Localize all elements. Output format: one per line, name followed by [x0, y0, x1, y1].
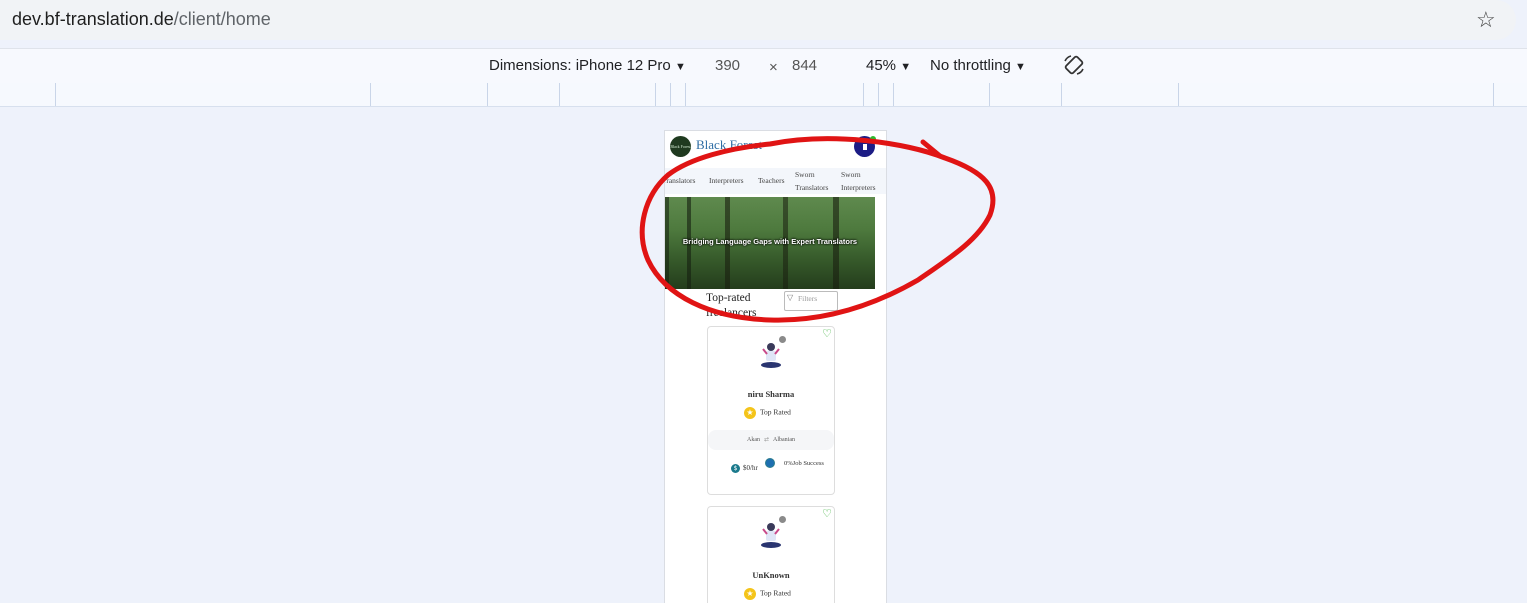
filters-input[interactable]: ▽ Filters [784, 291, 838, 311]
url-host: dev.bf-translation.de [12, 9, 174, 29]
heart-icon[interactable]: ♡ [822, 327, 832, 340]
brand-logo[interactable]: Black Forest [670, 136, 691, 157]
nav-translators[interactable]: Translators [665, 174, 695, 187]
heart-icon[interactable]: ♡ [822, 507, 832, 520]
status-dot [779, 516, 786, 523]
url-text[interactable]: dev.bf-translation.de/client/home [12, 9, 271, 30]
hero-banner: Bridging Language Gaps with Expert Trans… [665, 197, 875, 289]
filter-icon: ▽ [787, 293, 794, 302]
height-input[interactable]: 844 [792, 57, 817, 74]
freelancer-name[interactable]: niru Sharma [708, 389, 834, 399]
status-dot [779, 336, 786, 343]
nav-teachers[interactable]: Teachers [758, 174, 785, 187]
ruler-tick [893, 83, 894, 106]
zoom-select[interactable]: 45% ▼ [866, 57, 911, 74]
nav-sworn-interpreters[interactable]: Sworn Interpreters [841, 168, 876, 194]
ruler-tick [370, 83, 371, 106]
job-success: 0%Job Success [784, 460, 824, 467]
swap-icon: ⇄ [763, 437, 770, 443]
ruler-tick [1493, 83, 1494, 106]
ruler-tick [670, 83, 671, 106]
freelancer-card[interactable]: ♡ niru Sharma ★ Top Rated Akan ⇄ Albanian $… [707, 326, 835, 495]
url-path: /client/home [173, 9, 271, 29]
freelancer-card[interactable]: ♡ UnKnown ★ Top Rated [707, 506, 835, 603]
width-input[interactable]: 390 [715, 57, 740, 74]
phone-viewport: Black Forest Black Forest Translators In… [664, 130, 887, 603]
bookmark-star-icon[interactable]: ☆ [1476, 7, 1496, 33]
ruler-tick [655, 83, 656, 106]
category-nav: Translators Interpreters Teachers Sworn T… [665, 168, 886, 194]
section-title: Top-rated freelancers [706, 292, 757, 319]
freelancer-avatar [761, 343, 781, 368]
online-status-dot [870, 136, 876, 142]
dropdown-icon: ▼ [1015, 61, 1026, 73]
user-icon [862, 143, 867, 150]
star-badge-icon: ★ [744, 407, 756, 419]
star-badge-icon: ★ [744, 588, 756, 600]
hero-title: Bridging Language Gaps with Expert Trans… [682, 237, 858, 246]
throttling-select[interactable]: No throttling ▼ [930, 57, 1026, 74]
shield-icon [765, 458, 775, 468]
filters-placeholder: Filters [798, 294, 818, 303]
freelancer-name[interactable]: UnKnown [708, 570, 834, 580]
dollar-icon: $ [731, 464, 740, 473]
ruler-tick [878, 83, 879, 106]
ruler-tick [1061, 83, 1062, 106]
ruler-tick [1178, 83, 1179, 106]
device-select[interactable]: Dimensions: iPhone 12 Pro ▼ [489, 57, 686, 74]
media-query-ruler [0, 83, 1527, 107]
language-pair: Akan ⇄ Albanian [708, 430, 834, 450]
ruler-tick [685, 83, 686, 106]
ruler-tick [487, 83, 488, 106]
rotate-icon[interactable] [1062, 53, 1086, 77]
hourly-rate: $ $0/hr [731, 464, 758, 473]
ruler-tick [559, 83, 560, 106]
top-rated-badge: ★ Top Rated [744, 588, 791, 600]
ruler-tick [55, 83, 56, 106]
ruler-tick [863, 83, 864, 106]
brand-name[interactable]: Black Forest [696, 137, 762, 153]
freelancer-avatar [761, 523, 781, 548]
ruler-tick [989, 83, 990, 106]
device-toolbar: Dimensions: iPhone 12 Pro ▼ 390 × 844 45… [0, 48, 1527, 84]
times-separator: × [769, 59, 778, 76]
nav-interpreters[interactable]: Interpreters [709, 174, 744, 187]
nav-sworn-translators[interactable]: Sworn Translators [795, 168, 828, 194]
address-bar[interactable]: dev.bf-translation.de/client/home ☆ [0, 0, 1516, 40]
top-rated-badge: ★ Top Rated [744, 407, 791, 419]
dropdown-icon: ▼ [900, 61, 912, 73]
dropdown-icon: ▼ [674, 61, 686, 73]
